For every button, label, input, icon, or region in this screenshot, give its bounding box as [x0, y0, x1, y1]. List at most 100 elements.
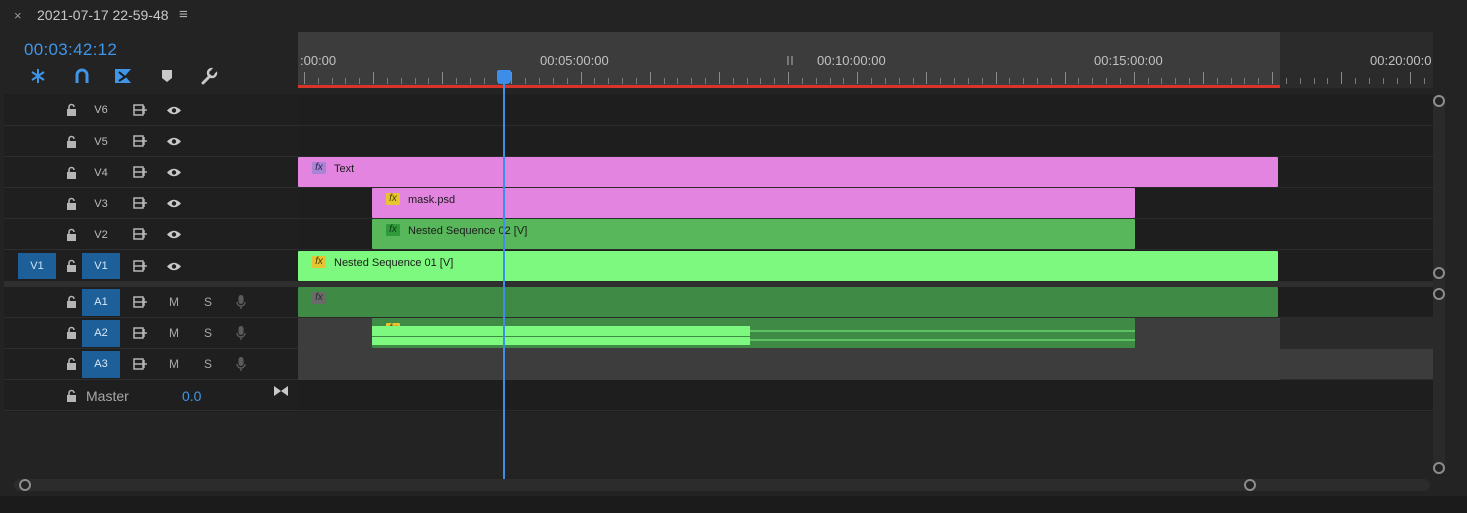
mute-button[interactable]: M — [169, 295, 179, 309]
ruler-tick — [525, 78, 526, 84]
sync-lock-icon[interactable] — [132, 295, 148, 309]
playhead-timecode[interactable]: 00:03:42:12 — [24, 40, 117, 60]
sync-lock-icon[interactable] — [132, 134, 148, 148]
lock-icon[interactable] — [64, 102, 78, 116]
ruler-tick — [1161, 78, 1162, 84]
ruler-tick — [1134, 72, 1135, 84]
sync-lock-icon[interactable] — [132, 326, 148, 340]
wrench-icon[interactable] — [198, 66, 220, 86]
horizontal-scroll-left-handle[interactable] — [19, 479, 31, 491]
track-name[interactable]: V5 — [82, 136, 120, 148]
eye-icon[interactable] — [165, 196, 183, 210]
track-header-v2: V2 — [4, 219, 298, 250]
track-name[interactable]: V3 — [82, 198, 120, 210]
go-to-edit-icon[interactable] — [272, 384, 290, 398]
audio-scroll-bottom-handle[interactable] — [1433, 462, 1445, 474]
lock-icon[interactable] — [64, 227, 78, 241]
lock-icon[interactable] — [64, 356, 78, 370]
lock-icon[interactable] — [64, 165, 78, 179]
clip-label: Text — [334, 163, 355, 175]
microphone-icon[interactable] — [234, 293, 248, 311]
horizontal-scrollbar[interactable] — [14, 479, 1430, 491]
sync-lock-icon[interactable] — [132, 103, 148, 117]
clip-mask-psd[interactable]: fx mask.psd — [372, 188, 1135, 218]
lock-icon[interactable] — [64, 258, 78, 272]
sync-lock-icon[interactable] — [132, 259, 148, 273]
ruler-tick — [442, 72, 443, 84]
track-name[interactable]: A2 — [82, 320, 120, 347]
fx-badge-icon[interactable]: fx — [312, 292, 326, 304]
ruler-tick — [387, 78, 388, 84]
solo-button[interactable]: S — [204, 326, 212, 340]
add-marker-icon[interactable] — [112, 66, 134, 86]
track-header-a1: A1 M S — [4, 287, 298, 318]
track-name[interactable]: A3 — [82, 351, 120, 378]
master-label: Master — [86, 388, 129, 404]
track-name[interactable]: V2 — [82, 229, 120, 241]
horizontal-scroll-right-handle[interactable] — [1244, 479, 1256, 491]
ruler-tick — [913, 78, 914, 84]
lane-master[interactable] — [298, 380, 1433, 411]
lock-icon[interactable] — [64, 325, 78, 339]
sync-lock-icon[interactable] — [132, 196, 148, 210]
eye-icon[interactable] — [165, 134, 183, 148]
fx-badge-icon[interactable]: fx — [386, 193, 400, 205]
solo-button[interactable]: S — [204, 295, 212, 309]
clip-nested-sequence-02[interactable]: fx Nested Sequence 02 [V] — [372, 219, 1135, 249]
clip-audio-a1[interactable]: fx — [298, 287, 1278, 317]
solo-button[interactable]: S — [204, 357, 212, 371]
mute-button[interactable]: M — [169, 326, 179, 340]
snap-icon[interactable] — [27, 66, 49, 86]
eye-icon[interactable] — [165, 227, 183, 241]
microphone-icon[interactable] — [234, 355, 248, 373]
track-header-master: Master 0.0 — [4, 380, 298, 411]
work-area-bar[interactable] — [298, 85, 1280, 88]
vertical-scroll-bottom-handle[interactable] — [1433, 267, 1445, 279]
ruler-tick — [968, 78, 969, 84]
ruler-tick — [802, 78, 803, 84]
lock-icon[interactable] — [64, 294, 78, 308]
playhead-line[interactable] — [503, 84, 505, 479]
ruler-tick — [1203, 72, 1204, 84]
linked-selection-icon[interactable] — [71, 66, 93, 86]
panel-menu-icon[interactable]: ≡ — [179, 6, 188, 23]
track-name[interactable]: V1 — [82, 253, 120, 279]
vertical-scroll-top-handle[interactable] — [1433, 95, 1445, 107]
fx-badge-icon[interactable]: fx — [312, 256, 326, 268]
vertical-scrollbar[interactable] — [1433, 94, 1445, 474]
sync-lock-icon[interactable] — [132, 227, 148, 241]
lock-icon[interactable] — [64, 134, 78, 148]
track-name[interactable]: A1 — [82, 289, 120, 316]
fx-badge-icon[interactable]: fx — [386, 224, 400, 236]
track-headers: V6 V5 V4 V3 V2 V1 V1 A1 M S A2 M S A3 M … — [4, 94, 298, 412]
sequence-tab-title[interactable]: 2021-07-17 22-59-48 — [37, 7, 169, 23]
lane-v6[interactable] — [298, 94, 1433, 126]
work-area-grip-icon[interactable] — [787, 56, 793, 65]
sync-lock-icon[interactable] — [132, 357, 148, 371]
fx-badge-icon[interactable]: fx — [312, 162, 326, 174]
source-patch-v1[interactable]: V1 — [18, 253, 56, 279]
clip-text[interactable]: fx Text — [298, 157, 1278, 187]
clip-nested-sequence-01[interactable]: fx Nested Sequence 01 [V] — [298, 251, 1278, 281]
lock-icon[interactable] — [64, 388, 78, 402]
lock-icon[interactable] — [64, 196, 78, 210]
track-name[interactable]: V4 — [82, 167, 120, 179]
clip-audio-a2[interactable]: fx — [372, 318, 1135, 348]
microphone-icon[interactable] — [234, 324, 248, 342]
eye-icon[interactable] — [165, 165, 183, 179]
eye-icon[interactable] — [165, 259, 183, 273]
eye-icon[interactable] — [165, 103, 183, 117]
master-volume[interactable]: 0.0 — [182, 388, 201, 404]
audio-scroll-top-handle[interactable] — [1433, 288, 1445, 300]
marker-icon[interactable] — [156, 66, 178, 86]
track-name[interactable]: V6 — [82, 104, 120, 116]
timeline-tracks[interactable]: fx Text fx mask.psd fx Nested Sequence 0… — [298, 94, 1433, 412]
close-tab-icon[interactable]: × — [14, 8, 22, 23]
ruler-tick — [940, 78, 941, 84]
ruler-tick — [857, 72, 858, 84]
playhead-handle[interactable] — [497, 70, 511, 84]
sync-lock-icon[interactable] — [132, 165, 148, 179]
mute-button[interactable]: M — [169, 357, 179, 371]
lane-v5[interactable] — [298, 126, 1433, 157]
ruler-tick — [1065, 72, 1066, 84]
